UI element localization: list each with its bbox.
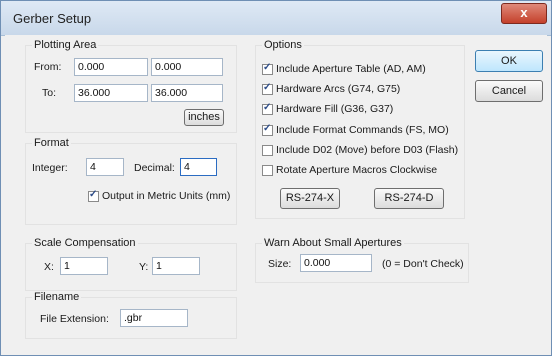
options-legend: Options [262,39,304,51]
include-d02-label: Include D02 (Move) before D03 (Flash) [276,144,459,156]
rotate-macros-checkbox[interactable] [262,165,273,176]
size-field[interactable] [300,254,372,272]
hardware-fill-checkbox[interactable] [262,102,273,115]
format-group: Format Integer: Decimal: Output in Metri… [25,137,237,225]
to-x-field[interactable] [74,84,148,102]
plotting-area-legend: Plotting Area [32,39,99,51]
file-extension-label: File Extension: [40,313,109,325]
rotate-macros-label: Rotate Aperture Macros Clockwise [276,164,438,176]
ok-button[interactable]: OK [475,50,543,72]
from-label: From: [34,61,62,73]
units-button[interactable]: inches [184,109,224,126]
aperture-table-checkbox[interactable] [262,62,273,75]
metric-units-checkbox[interactable] [88,189,99,202]
scale-x-field[interactable] [60,257,108,275]
gerber-setup-dialog: Gerber Setup x Plotting Area From: To: i… [0,0,552,356]
integer-field[interactable] [86,158,124,176]
small-apertures-legend: Warn About Small Apertures [262,237,404,249]
include-d02-checkbox[interactable] [262,145,273,156]
rs274x-button[interactable]: RS-274-X [280,188,340,209]
cancel-button[interactable]: Cancel [475,80,543,102]
hardware-fill-label: Hardware Fill (G36, G37) [276,103,394,115]
format-legend: Format [32,137,71,149]
scale-compensation-legend: Scale Compensation [32,237,138,249]
title-bar[interactable]: Gerber Setup x [1,1,551,36]
decimal-label: Decimal: [134,162,175,174]
size-hint: (0 = Don't Check) [382,258,464,270]
filename-legend: Filename [32,291,82,303]
to-y-field[interactable] [151,84,223,102]
scale-y-label: Y: [139,261,149,273]
file-extension-field[interactable] [120,309,188,327]
options-group: Options Include Aperture Table (AD, AM) … [255,39,465,219]
size-label: Size: [268,258,292,270]
plotting-area-group: Plotting Area From: To: inches [25,39,237,133]
filename-group: Filename File Extension: [25,291,237,339]
scale-y-field[interactable] [152,257,200,275]
aperture-table-label: Include Aperture Table (AD, AM) [276,63,426,75]
close-button[interactable]: x [501,3,547,24]
decimal-field[interactable] [180,158,217,176]
dialog-body: Plotting Area From: To: inches Format In… [5,35,547,351]
small-apertures-group: Warn About Small Apertures Size: (0 = Do… [255,237,469,283]
to-label: To: [42,87,57,99]
from-x-field[interactable] [74,58,148,76]
from-y-field[interactable] [151,58,223,76]
scale-compensation-group: Scale Compensation X: Y: [25,237,237,291]
window-title: Gerber Setup [13,11,92,26]
integer-label: Integer: [32,162,68,174]
hardware-arcs-checkbox[interactable] [262,82,273,95]
format-commands-label: Include Format Commands (FS, MO) [276,124,449,136]
rs274d-button[interactable]: RS-274-D [374,188,444,209]
scale-x-label: X: [44,261,54,273]
metric-units-label: Output in Metric Units (mm) [102,190,231,202]
format-commands-checkbox[interactable] [262,123,273,136]
hardware-arcs-label: Hardware Arcs (G74, G75) [276,83,401,95]
